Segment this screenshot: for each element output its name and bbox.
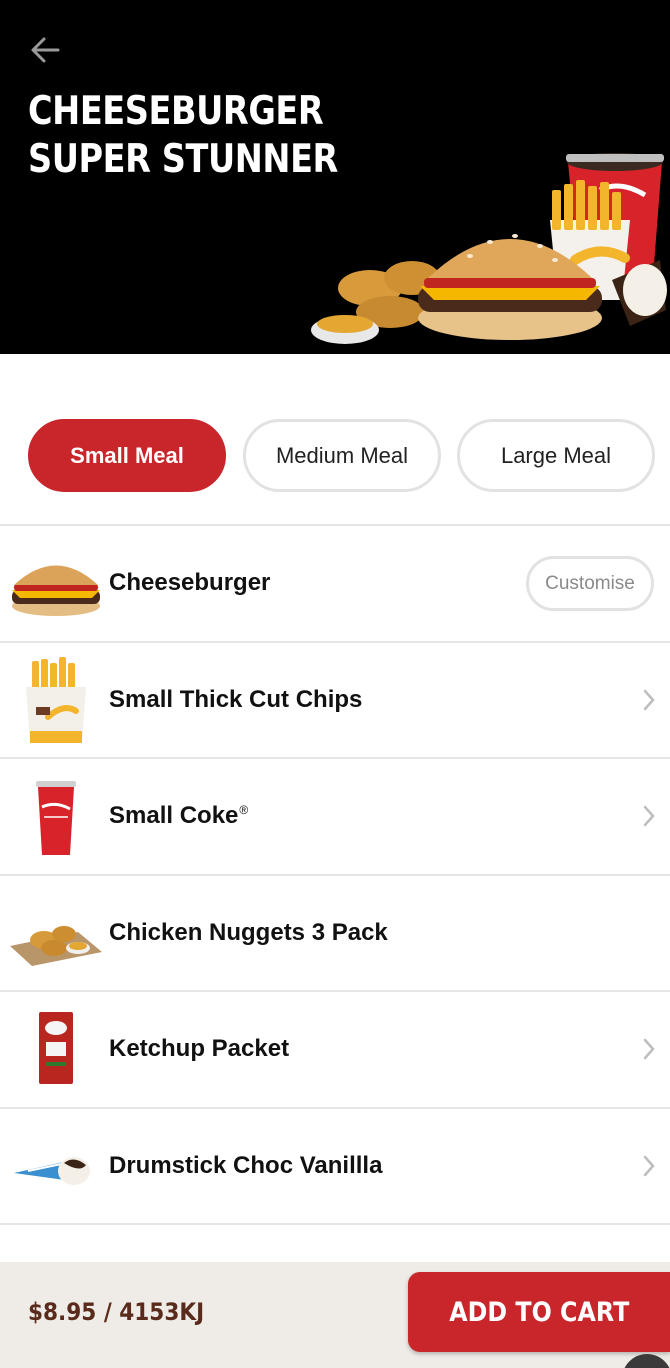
drumstick-image [14, 1156, 90, 1185]
customise-button[interactable]: Customise [526, 556, 654, 611]
meal-items-list: Cheeseburger Customise Small Thick Cut C… [0, 526, 670, 1225]
page-title: CHEESEBURGER SUPER STUNNER [28, 88, 338, 184]
add-to-cart-label: ADD TO CART [448, 1296, 630, 1328]
add-to-cart-button[interactable]: ADD TO CART [408, 1272, 670, 1352]
hero-banner: CHEESEBURGER SUPER STUNNER [0, 0, 670, 354]
cheeseburger-image [12, 565, 100, 616]
chevron-right-icon[interactable] [642, 804, 656, 828]
item-name: Cheeseburger [109, 569, 271, 596]
item-name: Small Thick Cut Chips [109, 685, 363, 713]
small-meal-button[interactable]: Small Meal [28, 419, 226, 492]
item-name-text: Small Coke [109, 802, 239, 829]
chevron-right-icon[interactable] [642, 1154, 656, 1178]
ketchup-packet-image [39, 1012, 73, 1084]
item-name: Ketchup Packet [109, 1035, 290, 1062]
item-name: Drumstick Choc Vanillla [109, 1151, 383, 1179]
list-item-drumstick[interactable]: Drumstick Choc Vanillla [0, 1109, 670, 1225]
list-item-nuggets[interactable]: Chicken Nuggets 3 Pack [0, 876, 670, 992]
price-energy-label: $8.95 / 4153KJ [28, 1298, 205, 1326]
list-item-chips[interactable]: Small Thick Cut Chips [0, 643, 670, 759]
meal-hero-image [311, 153, 667, 344]
medium-meal-button[interactable]: Medium Meal [243, 419, 441, 492]
large-meal-button[interactable]: Large Meal [457, 419, 655, 492]
nuggets-image [10, 925, 102, 966]
item-name: Chicken Nuggets 3 Pack [109, 918, 388, 946]
title-line-1: CHEESEBURGER [28, 89, 324, 134]
coke-cup-image [36, 781, 76, 855]
list-item-coke[interactable]: Small Coke ® [0, 759, 670, 876]
checkout-bar: $8.95 / 4153KJ ADD TO CART [0, 1262, 670, 1368]
meal-size-selector: Small Meal Medium Meal Large Meal [0, 354, 670, 526]
chevron-right-icon[interactable] [642, 1037, 656, 1061]
arrow-left-icon[interactable] [26, 30, 66, 70]
chips-image [26, 656, 86, 743]
list-item-cheeseburger[interactable]: Cheeseburger Customise [0, 526, 670, 643]
title-line-2: SUPER STUNNER [28, 137, 338, 182]
list-item-ketchup[interactable]: Ketchup Packet [0, 992, 670, 1109]
item-name: Small Coke ® [109, 759, 248, 873]
registered-mark: ® [239, 803, 249, 817]
chevron-right-icon[interactable] [642, 688, 656, 712]
